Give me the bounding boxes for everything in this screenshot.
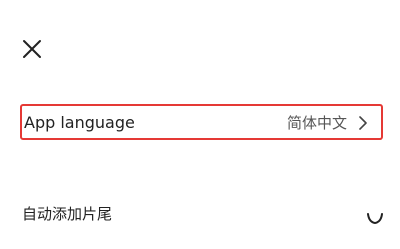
close-button[interactable] xyxy=(20,37,44,61)
app-language-row[interactable]: App language 简体中文 xyxy=(20,104,383,140)
auto-add-ending-label: 自动添加片尾 xyxy=(22,205,113,223)
app-language-label: App language xyxy=(24,113,135,132)
toggle-switch[interactable] xyxy=(364,206,386,228)
chevron-right-icon xyxy=(359,116,367,130)
auto-add-ending-row: 自动添加片尾 xyxy=(20,200,383,230)
close-icon xyxy=(23,40,41,58)
app-language-value: 简体中文 xyxy=(286,114,347,132)
